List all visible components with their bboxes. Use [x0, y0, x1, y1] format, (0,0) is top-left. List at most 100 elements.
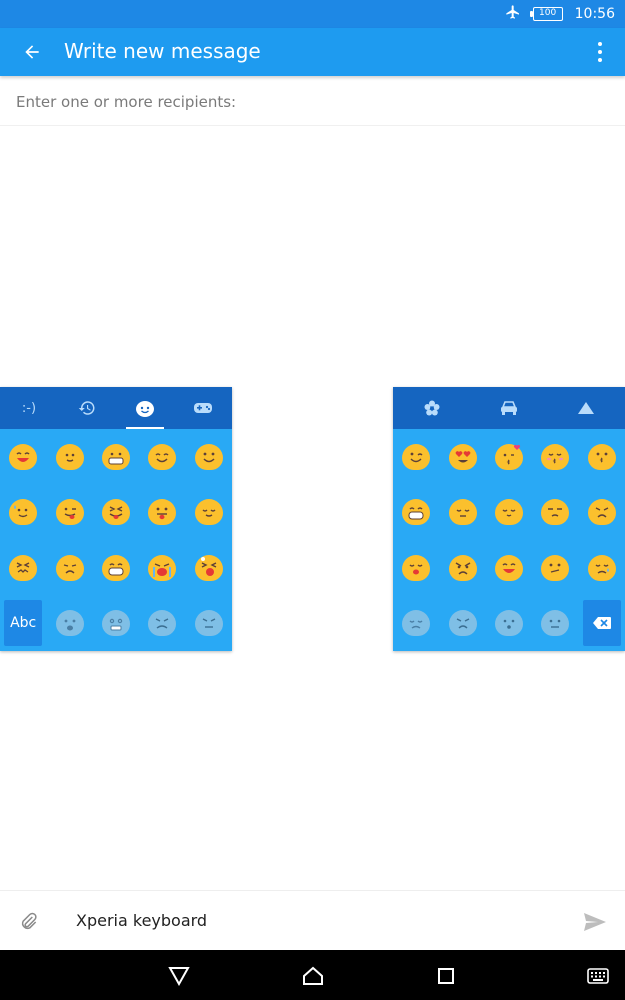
nav-back-button[interactable] [166, 963, 192, 989]
emoji-cell[interactable] [532, 596, 578, 652]
delete-key-cell [579, 596, 625, 652]
sweat-smile-emoji-icon [9, 499, 38, 526]
emoji-cell[interactable] [486, 485, 532, 541]
emoji-cell[interactable] [486, 429, 532, 485]
emoji-cell[interactable] [139, 485, 185, 541]
tab-travel[interactable] [470, 387, 547, 429]
emoji-cell[interactable] [393, 596, 439, 652]
emoji-cell[interactable] [439, 596, 485, 652]
emoji-cell[interactable] [393, 540, 439, 596]
emoji-grid: Abc [0, 429, 232, 651]
more-options-button[interactable] [593, 40, 607, 64]
gamepad-category-icon [194, 403, 212, 413]
emoji-cell[interactable] [186, 429, 232, 485]
abc-key[interactable]: Abc [4, 600, 43, 647]
compose-bar: Xperia keyboard [0, 890, 625, 950]
emoji-cell[interactable] [579, 485, 625, 541]
relieved-emoji-icon [494, 499, 523, 526]
emoji-cell[interactable] [139, 540, 185, 596]
emoji-cell[interactable] [93, 429, 139, 485]
emoji-cell[interactable] [0, 429, 46, 485]
weary-emoji-icon [148, 610, 177, 637]
smiley-category-icon [136, 401, 154, 417]
emoji-cell[interactable] [139, 429, 185, 485]
emoji-cell[interactable] [46, 429, 92, 485]
attach-button[interactable] [16, 909, 42, 935]
sad-relieved-emoji-icon [402, 554, 431, 581]
message-input[interactable]: Xperia keyboard [76, 911, 207, 930]
tired-face-emoji-icon [194, 554, 223, 581]
emoji-cell[interactable] [46, 596, 92, 652]
emoji-cell[interactable] [93, 596, 139, 652]
emoji-cell[interactable] [186, 540, 232, 596]
emoji-cell[interactable] [532, 540, 578, 596]
emoji-cell[interactable] [93, 485, 139, 541]
emoji-cell[interactable] [486, 596, 532, 652]
send-button[interactable] [581, 909, 609, 935]
grin-emoji-icon [402, 499, 431, 526]
unamused-emoji-icon [541, 499, 570, 526]
emoji-cell[interactable] [46, 485, 92, 541]
emoji-cell[interactable] [93, 540, 139, 596]
emoji-cell[interactable] [186, 485, 232, 541]
smiling-eyes-emoji-icon [148, 443, 177, 470]
emoji-cell[interactable] [532, 485, 578, 541]
frowning-emoji-icon [587, 499, 616, 526]
triangle-symbols-category-icon [578, 402, 595, 414]
neutral-face-emoji-icon [541, 610, 570, 637]
emoji-category-tabs [393, 387, 625, 429]
disappointed-emoji-icon [55, 554, 84, 581]
abc-key-cell: Abc [0, 596, 46, 652]
clock: 10:56 [574, 6, 615, 22]
emoji-category-tabs: :-) [0, 387, 232, 429]
tab-label: :-) [21, 400, 37, 416]
worried-emoji-icon [448, 610, 477, 637]
emoji-cell[interactable] [0, 485, 46, 541]
emoji-cell[interactable] [439, 485, 485, 541]
emoji-cell[interactable] [579, 540, 625, 596]
emoji-cell[interactable] [439, 429, 485, 485]
recipients-input[interactable] [16, 90, 606, 114]
emoji-cell[interactable] [393, 485, 439, 541]
emoji-cell[interactable] [393, 429, 439, 485]
tab-emoticon-text[interactable]: :-) [0, 387, 58, 429]
tab-recent[interactable] [58, 387, 116, 429]
recent-history-icon [78, 401, 95, 415]
tab-symbols[interactable] [548, 387, 625, 429]
delete-key[interactable] [582, 600, 621, 647]
back-button[interactable] [18, 38, 46, 66]
grimacing-emoji-icon [101, 443, 130, 470]
grin-emoji-icon [101, 554, 130, 581]
confounded-emoji-icon [9, 554, 38, 581]
emoji-cell[interactable] [579, 429, 625, 485]
crying-emoji-icon [587, 554, 616, 581]
winking-tongue-emoji-icon [55, 499, 84, 526]
nav-home-button[interactable] [300, 963, 326, 989]
backspace-icon [592, 617, 611, 630]
status-icons: 100 10:56 [505, 4, 615, 24]
nav-recents-button[interactable] [433, 963, 459, 989]
more-vert-icon [598, 42, 602, 46]
emoji-cell[interactable] [186, 596, 232, 652]
page-title: Write new message [64, 39, 261, 63]
tab-nature[interactable] [393, 387, 470, 429]
emoji-cell[interactable] [532, 429, 578, 485]
emoji-cell[interactable] [0, 540, 46, 596]
nav-keyboard-button[interactable] [585, 963, 611, 989]
emoji-cell[interactable] [486, 540, 532, 596]
tab-smileys[interactable] [116, 387, 174, 429]
wink-emoji-icon [402, 443, 431, 470]
emoji-cell[interactable] [46, 540, 92, 596]
paperclip-icon [21, 912, 37, 930]
pensive-emoji-icon [448, 499, 477, 526]
arrow-back-icon [25, 45, 39, 59]
heart-eyes-emoji-icon [448, 443, 477, 470]
persevering-emoji-icon [194, 610, 223, 637]
status-bar: 100 10:56 [0, 0, 625, 28]
loudly-crying-emoji-icon [148, 554, 177, 581]
car-category-icon [500, 401, 517, 415]
back-triangle-icon [168, 967, 190, 986]
emoji-cell[interactable] [439, 540, 485, 596]
emoji-cell[interactable] [139, 596, 185, 652]
tab-activities[interactable] [174, 387, 232, 429]
